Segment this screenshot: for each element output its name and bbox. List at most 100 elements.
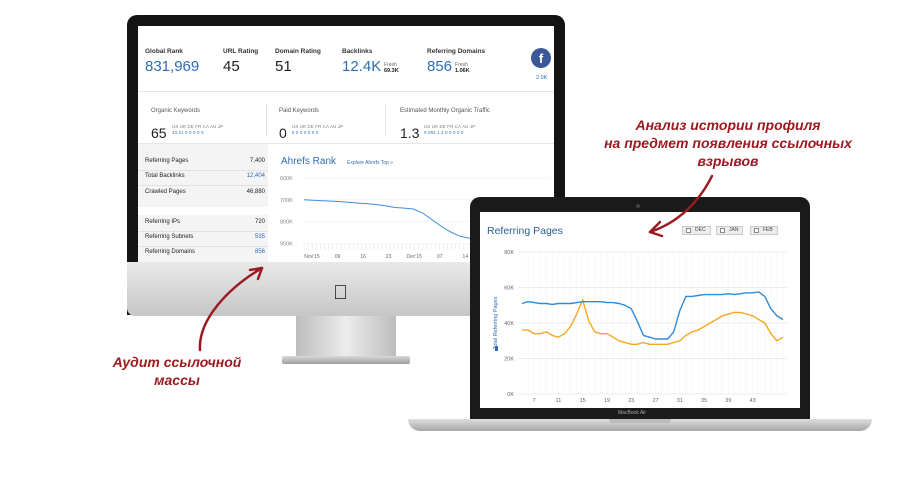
- x-tick-label: 16: [360, 254, 366, 260]
- kw-counts: 0.093 1.3 0 0 0 0 0: [424, 130, 464, 135]
- fresh-value: 69.3K: [384, 68, 399, 74]
- x-tick-label: 15: [580, 398, 586, 404]
- kw-label: Organic Keywords: [151, 108, 201, 114]
- metric-value: 46,880: [246, 189, 265, 195]
- kw-label: Paid Keywords: [279, 108, 320, 114]
- stat-label: Referring Domains: [427, 48, 486, 55]
- facebook-icon[interactable]: f: [531, 48, 551, 68]
- metric-value: 7,400: [249, 158, 265, 164]
- x-tick-label: 23: [386, 254, 392, 260]
- metric-crawled-pages: Crawled Pages 46,880: [145, 189, 265, 201]
- macbook-screen: Referring Pages DEC JAN FEB 80K 60K 40K 20K…: [480, 212, 800, 408]
- divider: [266, 104, 267, 136]
- y-tick-label: 60K: [504, 286, 514, 292]
- kw-counts: 43 21 0 0 0 0 0: [172, 130, 204, 135]
- metric-label: Referring Pages: [145, 158, 189, 164]
- metric-label: Referring Subnets: [145, 234, 194, 240]
- x-tick-label: 35: [701, 398, 707, 404]
- separator: [138, 170, 268, 171]
- stat-url-rating: URL Rating 45: [223, 48, 258, 75]
- referring-domains-fresh: Fresh 1.06K: [455, 62, 470, 74]
- checkbox-icon: [754, 228, 759, 233]
- jan-button[interactable]: JAN: [716, 226, 744, 235]
- x-tick-label: 19: [604, 398, 610, 404]
- kw-countries: US UK DE FR CA AU JP: [424, 124, 476, 129]
- annotation-line: взрывов: [697, 153, 759, 169]
- metric-value[interactable]: 856: [255, 249, 265, 255]
- kw-value: 65: [151, 125, 167, 141]
- metric-value[interactable]: 12,404: [247, 173, 265, 179]
- explore-ahrefs-top-link[interactable]: Explore Ahrefs Top »: [347, 160, 393, 166]
- separator: [138, 185, 268, 186]
- checkbox-icon: [686, 228, 691, 233]
- stat-value: 51: [275, 58, 292, 75]
- imac-stand-foot: [282, 356, 410, 364]
- y-axis-label: Total Referring Pages: [493, 296, 499, 349]
- metric-referring-domains[interactable]: Referring Domains 856: [145, 249, 265, 261]
- legend-swatch: [495, 346, 498, 351]
- apple-logo-icon: : [333, 282, 348, 305]
- fresh-value: 1.06K: [455, 68, 470, 74]
- kw-countries: US UK DE FR CA AU JP: [172, 124, 224, 129]
- stat-backlinks: Backlinks 12.4K: [342, 48, 381, 75]
- x-tick-label: Dec'15: [407, 254, 423, 260]
- y-tick-label: 800K: [280, 220, 293, 226]
- series-blue-line: [521, 291, 784, 340]
- metric-referring-pages: Referring Pages 7,400: [145, 158, 265, 170]
- dec-button[interactable]: DEC: [682, 226, 711, 235]
- metric-label: Crawled Pages: [145, 189, 186, 195]
- y-tick-label: 40K: [504, 321, 514, 327]
- metric-referring-ips: Referring IPs 720: [145, 219, 265, 231]
- camera-icon: [636, 204, 640, 208]
- button-label: FEB: [763, 227, 773, 233]
- metrics-panel: Referring Pages 7,400 Total Backlinks 12…: [138, 144, 268, 262]
- annotation-line: Аудит ссылочной: [112, 354, 242, 370]
- annotation-line: массы: [154, 372, 200, 388]
- stat-label: Domain Rating: [275, 48, 321, 55]
- imac-stand: [296, 316, 396, 358]
- x-tick-label: 43: [750, 398, 756, 404]
- annotation-line: на предмет появления ссылочных: [604, 135, 852, 151]
- annotation-history-analysis: Анализ истории профиля на предмет появле…: [578, 116, 878, 170]
- stat-label: Global Rank: [145, 48, 183, 55]
- group-gap: [138, 207, 268, 215]
- divider: [385, 104, 386, 136]
- annotation-link-audit: Аудит ссылочной массы: [92, 353, 262, 389]
- x-tick-label: 39: [725, 398, 731, 404]
- x-tick-label: 11: [556, 398, 562, 404]
- y-tick-label: 80K: [504, 250, 514, 256]
- x-tick-label: Nov'15: [304, 254, 320, 260]
- metric-referring-subnets[interactable]: Referring Subnets 535: [145, 234, 265, 246]
- x-tick-label: 7: [533, 398, 536, 404]
- stat-global-rank: Global Rank 831,969: [145, 48, 199, 75]
- y-tick-label: 700K: [280, 198, 293, 204]
- metric-value: 720: [254, 219, 265, 225]
- stat-label: Backlinks: [342, 48, 373, 55]
- referring-pages-chart: 80K 60K 40K 20K 0K Total Referring Pages 7 11 15…: [493, 250, 787, 404]
- macbook-label: MacBook Air: [618, 410, 647, 416]
- metric-label: Total Backlinks: [145, 173, 185, 179]
- stat-value: 12.4K: [342, 58, 382, 75]
- kw-counts: 0 0 0 0 0 0 0: [292, 130, 319, 135]
- y-tick-label: 20K: [504, 357, 514, 363]
- keywords-row: Organic Keywords 65 US UK DE FR CA AU JP…: [138, 92, 554, 144]
- feb-button[interactable]: FEB: [750, 226, 778, 235]
- macbook-notch: [609, 419, 671, 423]
- x-tick-label: 31: [677, 398, 683, 404]
- facebook-count: 2.0K: [536, 75, 548, 81]
- y-tick-label: 0K: [507, 392, 514, 398]
- y-tick-label: 600K: [280, 176, 293, 182]
- x-tick-label: 07: [437, 254, 443, 260]
- metric-total-backlinks[interactable]: Total Backlinks 12,404: [145, 173, 265, 185]
- separator: [138, 231, 268, 232]
- stat-value: 45: [223, 58, 240, 75]
- x-tick-label: 23: [628, 398, 634, 404]
- x-tick-label: 14: [463, 254, 469, 260]
- metric-label: Referring IPs: [145, 219, 181, 225]
- metric-value[interactable]: 535: [255, 234, 265, 240]
- rank-chart-title: Ahrefs Rank: [281, 156, 337, 167]
- kw-value: 1.3: [400, 125, 420, 141]
- kw-countries: US UK DE FR CA AU JP: [292, 124, 344, 129]
- stats-row: Global Rank 831,969 URL Rating 45 Domain…: [138, 26, 554, 92]
- button-label: DEC: [695, 227, 706, 233]
